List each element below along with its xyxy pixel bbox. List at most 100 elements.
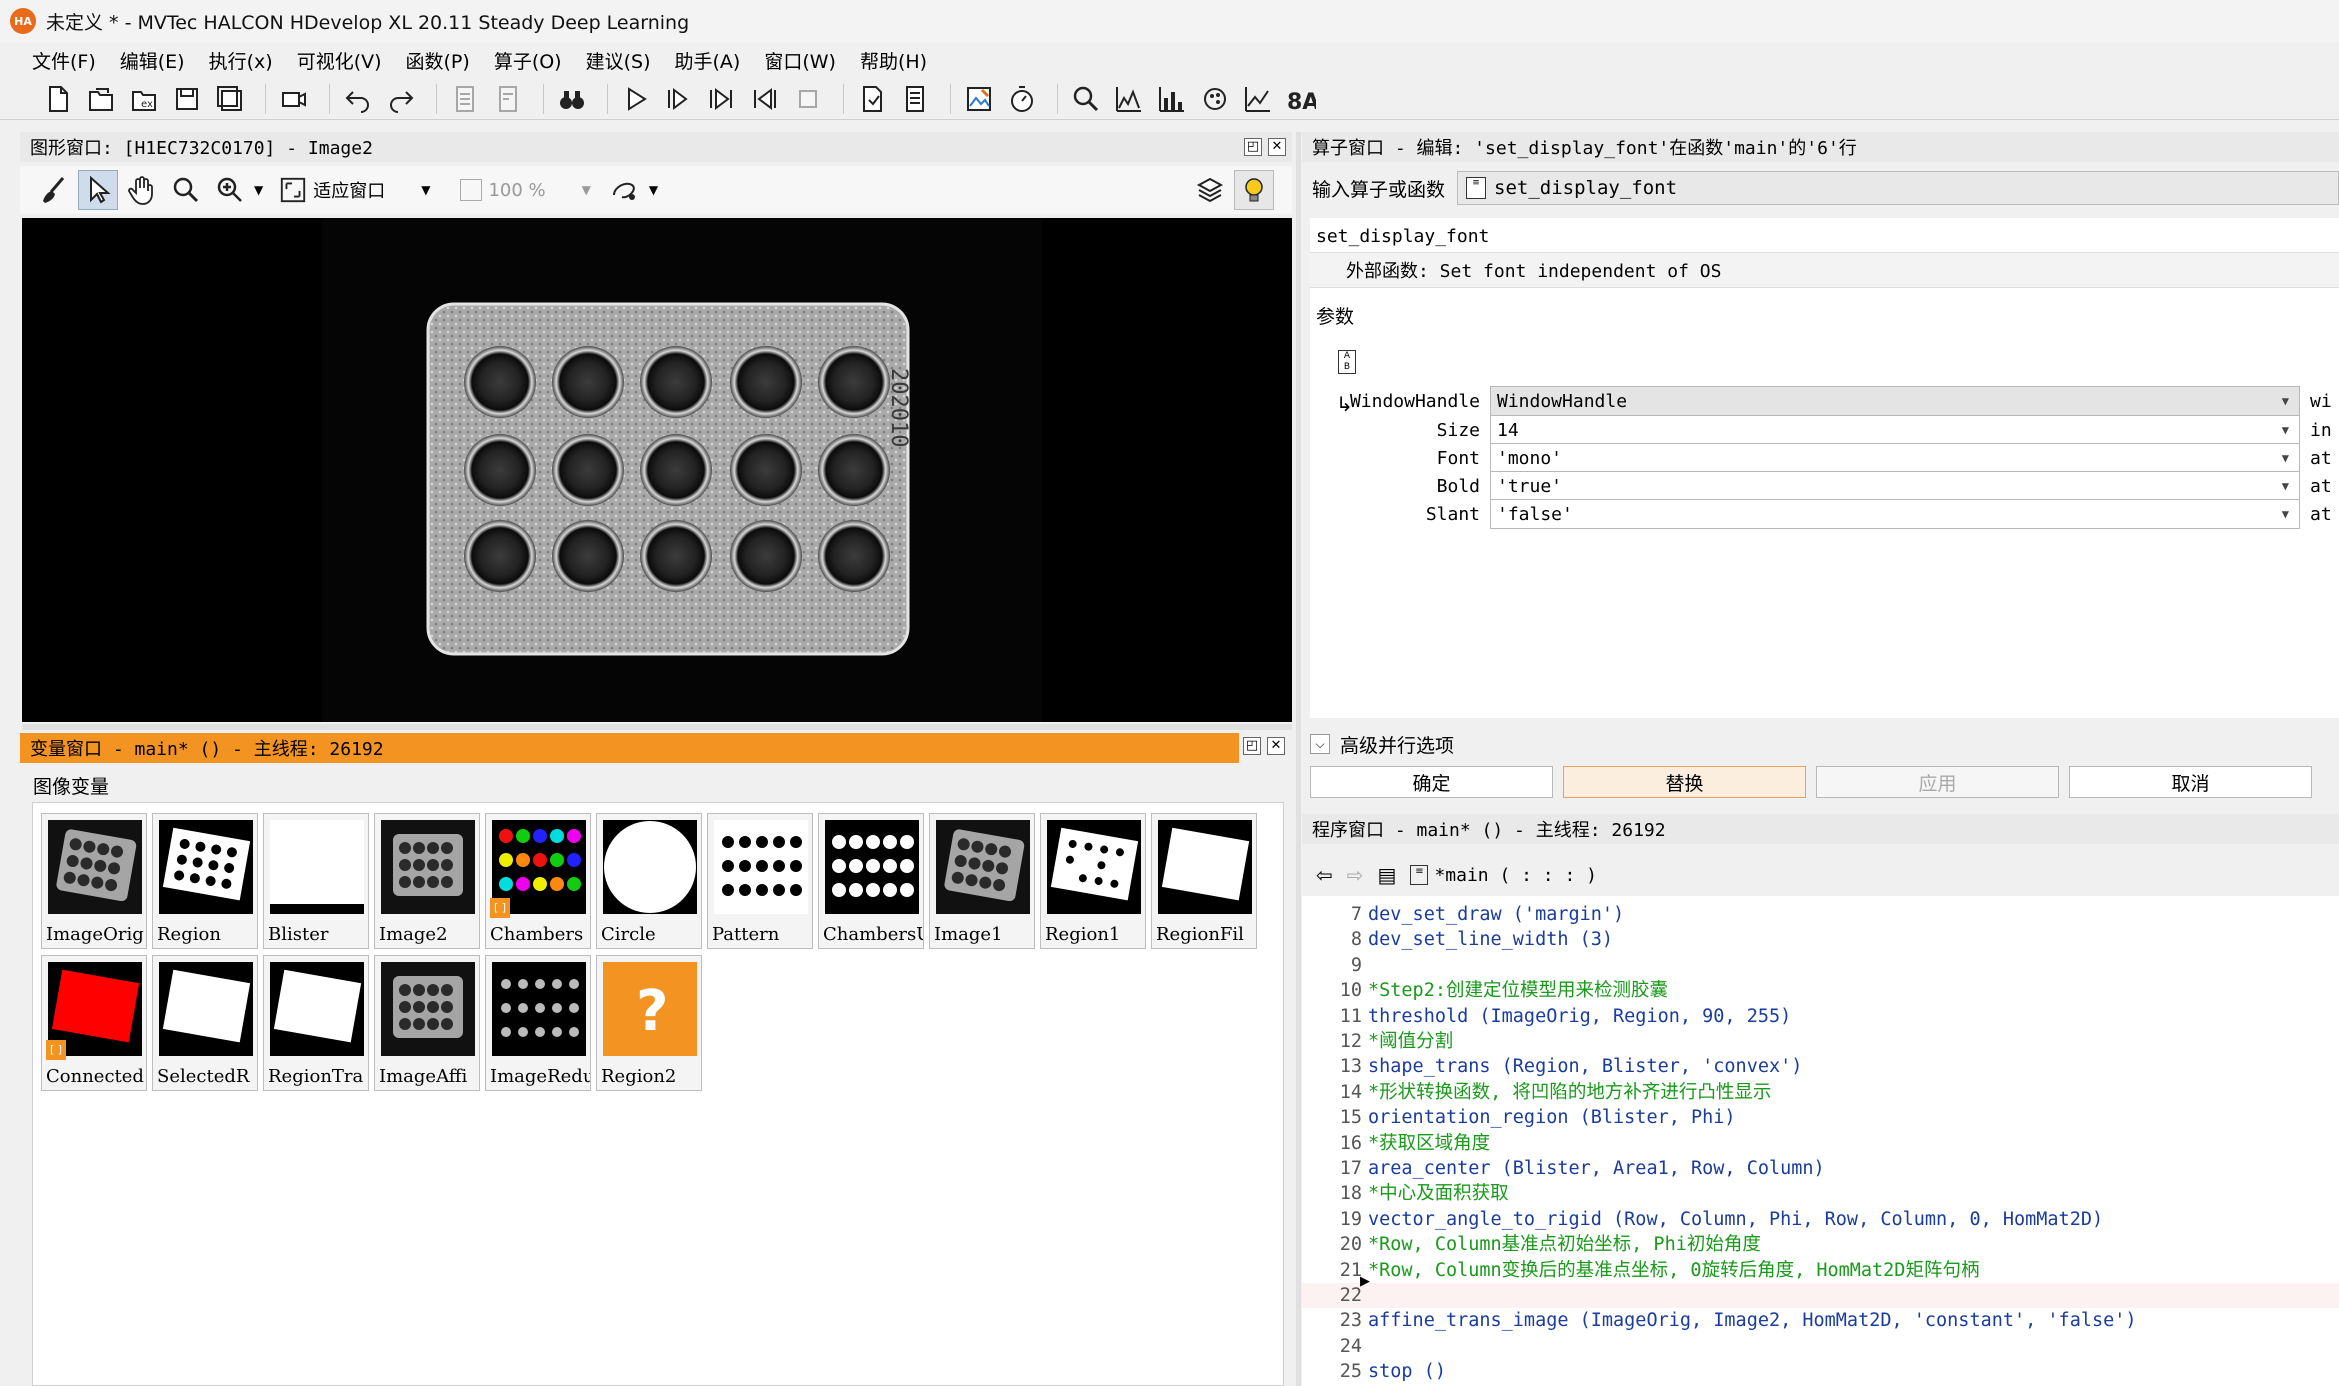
run-icon[interactable]	[618, 81, 654, 117]
graphics-canvas[interactable]: 202010	[22, 218, 1292, 722]
thumb-imageredu[interactable]: ImageRedu	[485, 955, 591, 1091]
ocr-font-icon[interactable]: 8A	[1283, 81, 1319, 117]
cancel-button[interactable]: 取消	[2069, 766, 2312, 798]
zoom-level-select[interactable]: 100 % ▼	[460, 179, 591, 201]
code-line[interactable]: 10 *Step2:创建定位模型用来检测胶囊	[1302, 978, 2339, 1003]
code-line[interactable]: 7 dev_set_draw ('margin')	[1302, 902, 2339, 927]
code-line[interactable]: 17 area_center (Blister, Area1, Row, Colu…	[1302, 1156, 2339, 1181]
thumb-region[interactable]: Region	[152, 813, 258, 949]
ok-button[interactable]: 确定	[1310, 766, 1553, 798]
code-line[interactable]: 8 dev_set_line_width (3)	[1302, 927, 2339, 952]
param-slant-select[interactable]: 'false'	[1490, 499, 2300, 529]
new-file-icon[interactable]	[40, 81, 76, 117]
parameter-type-icon[interactable]: AB	[1338, 350, 1356, 374]
layers-icon[interactable]	[1190, 170, 1230, 210]
vertical-splitter[interactable]	[1296, 132, 1301, 1386]
operator-input[interactable]: ≡ set_display_font	[1457, 171, 2339, 205]
procedure-list-icon[interactable]: ▤	[1378, 863, 1397, 887]
thumb-imageorig[interactable]: ImageOrig	[41, 813, 147, 949]
uncomment-icon[interactable]	[490, 81, 526, 117]
code-line[interactable]: 21 *Row, Column变换后的基准点坐标, 0旋转后角度, HomMat2…	[1302, 1258, 2339, 1283]
back-arrow-icon[interactable]: ⇦	[1316, 863, 1333, 887]
zoom-in-icon[interactable]	[210, 170, 250, 210]
menu-help[interactable]: 帮助(H)	[860, 47, 927, 74]
draw-shape-icon[interactable]	[605, 170, 645, 210]
step-into-icon[interactable]	[704, 81, 740, 117]
record-video-icon[interactable]	[276, 81, 312, 117]
menu-visualize[interactable]: 可视化(V)	[297, 47, 382, 74]
menu-operators[interactable]: 算子(O)	[494, 47, 562, 74]
code-line[interactable]: 25 stop ()	[1302, 1359, 2339, 1384]
feature-histogram-icon[interactable]	[1154, 81, 1190, 117]
code-line[interactable]: 23 affine_trans_image (ImageOrig, Image2,…	[1302, 1308, 2339, 1333]
lightbulb-icon[interactable]	[1234, 170, 1274, 210]
profiler-stopwatch-icon[interactable]	[1004, 81, 1040, 117]
code-line[interactable]: 19 vector_angle_to_rigid (Row, Column, Ph…	[1302, 1207, 2339, 1232]
thumb-region1[interactable]: Region1	[1040, 813, 1146, 949]
code-line[interactable]: 12 *阈值分割	[1302, 1029, 2339, 1054]
menu-file[interactable]: 文件(F)	[32, 47, 96, 74]
thumb-pattern[interactable]: Pattern	[707, 813, 813, 949]
open-example-icon[interactable]: ex	[126, 81, 162, 117]
thumb-region2[interactable]: ? Region2	[596, 955, 702, 1091]
float-window-icon[interactable]: ◰	[1243, 737, 1261, 755]
clear-broom-icon[interactable]	[34, 170, 74, 210]
chevron-down-icon[interactable]: ▼	[649, 183, 658, 197]
menu-procedures[interactable]: 函数(P)	[406, 47, 470, 74]
line-profile-icon[interactable]	[1240, 81, 1276, 117]
feature-inspection-icon[interactable]	[1197, 81, 1233, 117]
forward-arrow-icon[interactable]: ⇨	[1347, 863, 1364, 887]
param-bold-select[interactable]: 'true'	[1490, 471, 2300, 501]
menu-window[interactable]: 窗口(W)	[764, 47, 836, 74]
close-window-icon[interactable]: ✕	[1267, 737, 1285, 755]
close-window-icon[interactable]: ✕	[1268, 138, 1286, 156]
menu-edit[interactable]: 编辑(E)	[120, 47, 185, 74]
thumb-blister[interactable]: Blister	[263, 813, 369, 949]
replace-button[interactable]: 替换	[1563, 766, 1806, 798]
thumb-image2[interactable]: Image2	[374, 813, 480, 949]
open-file-icon[interactable]	[83, 81, 119, 117]
stop-icon[interactable]	[790, 81, 826, 117]
menu-execute[interactable]: 执行(x)	[209, 47, 273, 74]
thumb-selectedr[interactable]: SelectedR	[152, 955, 258, 1091]
advanced-parallel-options[interactable]: ⌵ 高级并行选项	[1310, 728, 2339, 760]
code-line[interactable]: 11 threshold (ImageOrig, Region, 90, 255)	[1302, 1004, 2339, 1029]
program-listing-icon[interactable]	[897, 81, 933, 117]
thumb-chambers[interactable]: [ ] Chambers	[485, 813, 591, 949]
procedure-select[interactable]: ≡ *main ( : : : )	[1410, 865, 1597, 886]
code-line[interactable]: 15 orientation_region (Blister, Phi)	[1302, 1105, 2339, 1130]
thumb-regionfil[interactable]: RegionFil	[1151, 813, 1257, 949]
code-line[interactable]: 22	[1302, 1283, 2339, 1308]
find-binoculars-icon[interactable]	[554, 81, 590, 117]
param-windowhandle-select[interactable]: WindowHandle	[1490, 386, 2300, 416]
thumb-circle[interactable]: Circle	[596, 813, 702, 949]
pan-hand-icon[interactable]	[122, 170, 162, 210]
horizontal-splitter[interactable]	[22, 724, 1292, 730]
thumb-imageaffi[interactable]: ImageAffi	[374, 955, 480, 1091]
reset-program-icon[interactable]	[854, 81, 890, 117]
code-line[interactable]: 18 *中心及面积获取	[1302, 1181, 2339, 1206]
code-line[interactable]: 20 *Row, Column基准点初始坐标, Phi初始角度	[1302, 1232, 2339, 1257]
save-all-icon[interactable]	[212, 81, 248, 117]
code-line[interactable]: 13 shape_trans (Region, Blister, 'convex'…	[1302, 1054, 2339, 1079]
thumb-connected[interactable]: [ ] Connected	[41, 955, 147, 1091]
step-out-icon[interactable]	[747, 81, 783, 117]
image-acquisition-icon[interactable]	[961, 81, 997, 117]
code-line[interactable]: 24	[1302, 1334, 2339, 1359]
code-line[interactable]: 16 *获取区域角度	[1302, 1131, 2339, 1156]
zoom-window-icon[interactable]	[1068, 81, 1104, 117]
code-line[interactable]: 9	[1302, 953, 2339, 978]
thumb-regiontra[interactable]: RegionTra	[263, 955, 369, 1091]
thumb-image1[interactable]: Image1	[929, 813, 1035, 949]
apply-button[interactable]: 应用	[1816, 766, 2059, 798]
fit-window-button[interactable]: 适应窗口 ▼	[279, 176, 430, 204]
program-code-area[interactable]: 7 dev_set_draw ('margin') 8 dev_set_line_wi…	[1302, 896, 2339, 1386]
gray-histogram-icon[interactable]	[1111, 81, 1147, 117]
float-window-icon[interactable]: ◰	[1244, 138, 1262, 156]
step-over-icon[interactable]	[661, 81, 697, 117]
comment-icon[interactable]	[447, 81, 483, 117]
code-line[interactable]: 14 *形状转换函数, 将凹陷的地方补齐进行凸性显示	[1302, 1080, 2339, 1105]
save-icon[interactable]	[169, 81, 205, 117]
param-font-select[interactable]: 'mono'	[1490, 443, 2300, 473]
chevron-down-icon[interactable]: ▼	[254, 183, 263, 197]
